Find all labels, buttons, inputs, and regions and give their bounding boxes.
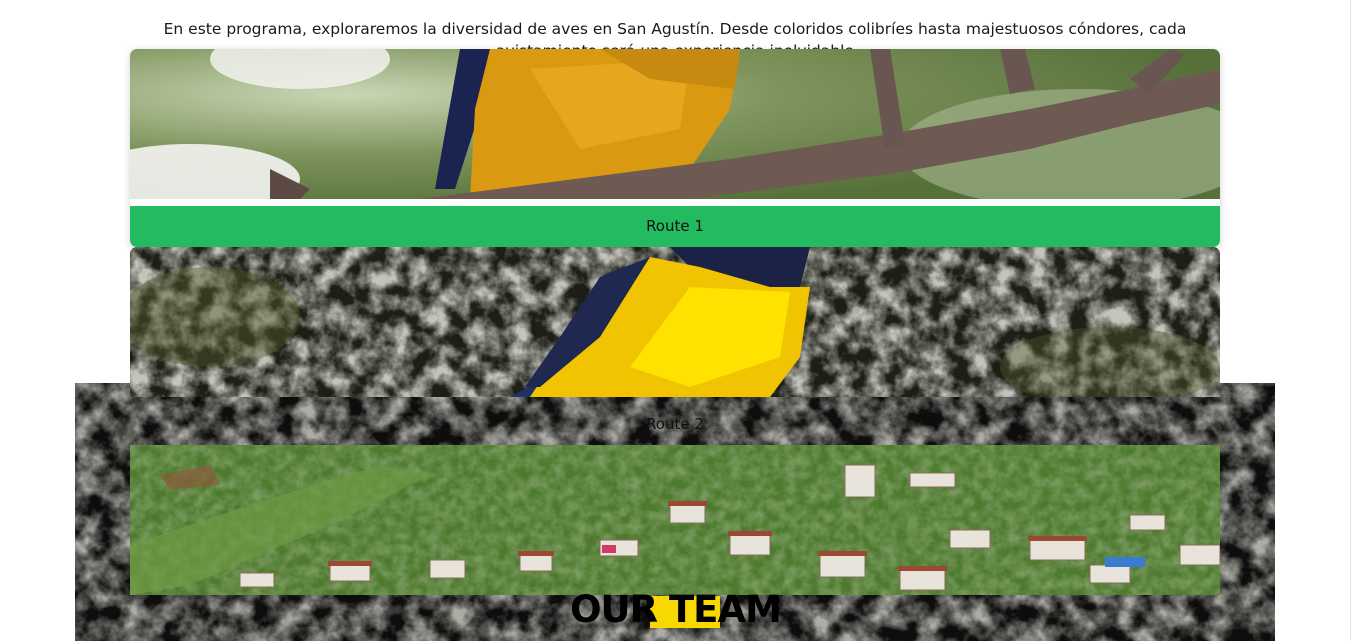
route-card-2[interactable]: Route 2 — [130, 247, 1220, 445]
route-1-photo — [130, 49, 1220, 199]
route-1-button[interactable]: Route 1 — [130, 206, 1220, 247]
route-3-photo — [130, 445, 1220, 595]
route-2-photo — [130, 247, 1220, 397]
route-2-button[interactable]: Route 2 — [130, 404, 1220, 445]
team-section-title: OUR TEAM — [570, 588, 782, 631]
route-card-1[interactable]: Route 1 — [130, 49, 1220, 247]
